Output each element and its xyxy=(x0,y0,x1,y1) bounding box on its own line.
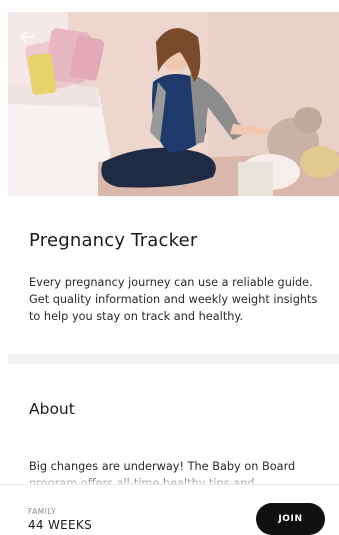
program-duration: 44 WEEKS xyxy=(28,518,92,532)
about-text: Big changes are underway! The Baby on Bo… xyxy=(29,460,296,486)
about-heading: About xyxy=(29,400,75,418)
back-button[interactable] xyxy=(14,24,40,50)
category-label: FAMILY xyxy=(28,507,57,516)
join-button[interactable]: JOIN xyxy=(256,503,325,535)
footer-bar: FAMILY 44 WEEKS JOIN xyxy=(0,484,339,535)
program-description: Every pregnancy journey can use a reliab… xyxy=(29,276,318,323)
hero-image xyxy=(8,12,339,196)
page-title: Pregnancy Tracker xyxy=(29,230,198,251)
section-divider xyxy=(8,354,339,364)
arrow-left-icon xyxy=(20,28,34,47)
